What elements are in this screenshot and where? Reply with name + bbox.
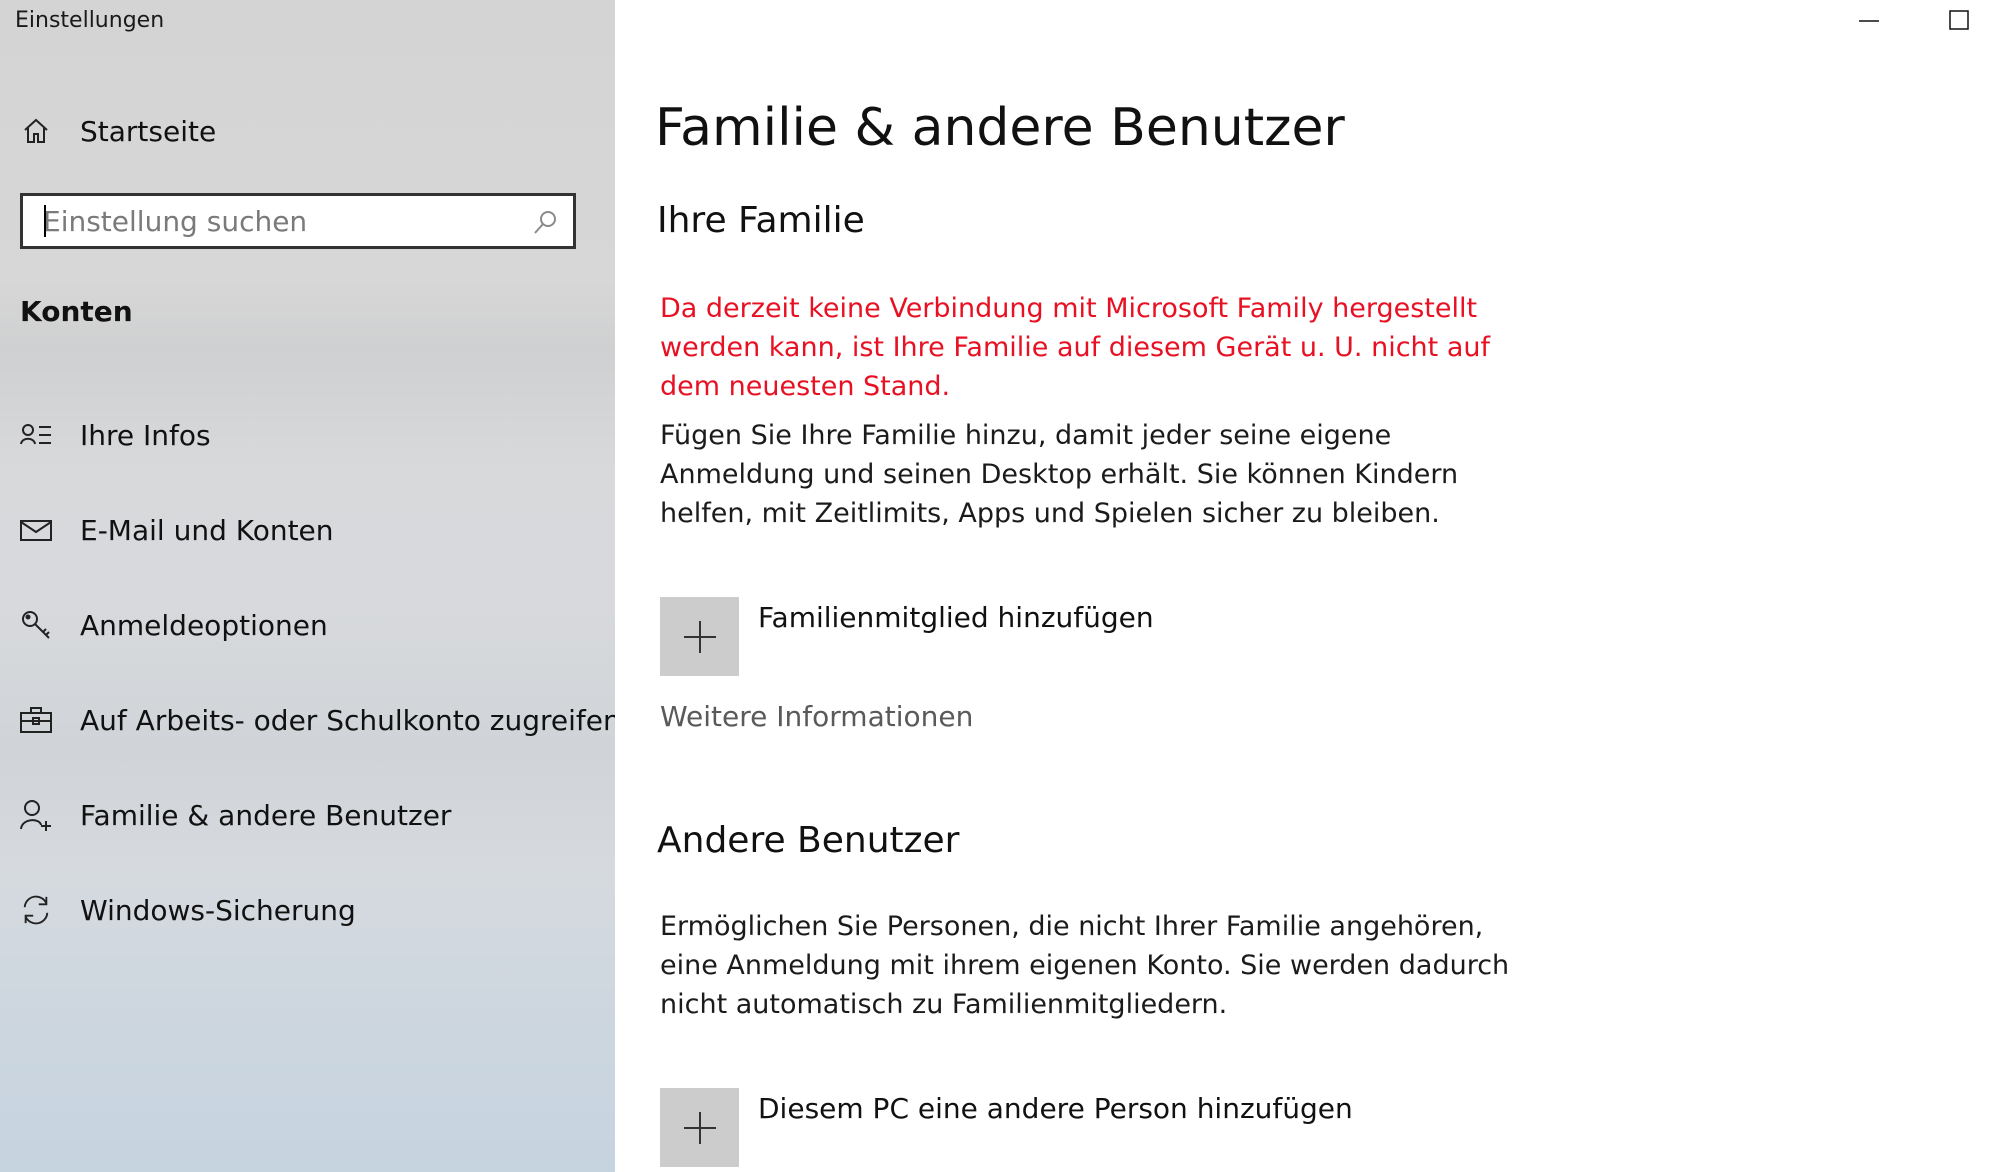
section-heading: Konten [20,295,133,328]
search-icon[interactable] [531,208,559,236]
plus-icon [684,621,716,653]
maximize-button[interactable] [1920,0,2000,44]
family-warning-text: Da derzeit keine Verbindung mit Microsof… [660,293,1490,402]
more-info-link[interactable]: Weitere Informationen [660,700,973,733]
plus-icon [684,1112,716,1144]
sidebar-item-label: Windows-Sicherung [80,893,356,927]
sidebar-item-windows-backup[interactable]: Windows-Sicherung [0,880,615,940]
minimize-button[interactable] [1829,0,1909,44]
sidebar-item-email-accounts[interactable]: E-Mail und Konten [0,500,615,560]
other-users-section-heading: Andere Benutzer [657,820,960,861]
add-other-person-label: Diesem PC eine andere Person hinzufügen [758,1092,1353,1125]
app-title: Einstellungen [15,8,165,33]
family-section-heading: Ihre Familie [657,200,865,241]
sidebar-item-label: Anmeldeoptionen [80,608,328,642]
add-family-member-button[interactable]: Familienmitglied hinzufügen [660,597,1560,677]
search-input-container [20,193,576,249]
maximize-icon [1949,10,1969,30]
sidebar-item-sign-in-options[interactable]: Anmeldeoptionen [0,595,615,655]
home-icon [20,115,52,147]
minimize-icon [1859,20,1879,22]
sidebar-item-label: E-Mail und Konten [80,513,334,547]
person-add-icon [20,799,52,831]
family-description: Fügen Sie Ihre Familie hinzu, damit jede… [660,420,1459,529]
sidebar-item-home[interactable]: Startseite [0,105,615,157]
person-list-icon [20,419,52,451]
add-tile [660,1088,739,1167]
add-other-person-button[interactable]: Diesem PC eine andere Person hinzufügen [660,1088,1560,1168]
sidebar-item-work-school[interactable]: Auf Arbeits- oder Schulkonto zugreifen [0,690,615,750]
sidebar-item-family-other-users[interactable]: Familie & andere Benutzer [0,785,615,845]
add-family-member-label: Familienmitglied hinzufügen [758,601,1154,634]
sync-icon [20,894,52,926]
search-input[interactable] [23,196,533,246]
other-users-description: Ermöglichen Sie Personen, die nicht Ihre… [660,911,1510,1020]
main-content: Familie & andere Benutzer Ihre Familie D… [615,0,2002,1172]
settings-window: Einstellungen Startseite Konten [0,0,2002,1172]
mail-icon [20,514,52,546]
sidebar: Einstellungen Startseite Konten [0,0,615,1172]
sidebar-item-label: Auf Arbeits- oder Schulkonto zugreifen [80,703,615,737]
sidebar-item-label: Ihre Infos [80,418,211,452]
add-tile [660,597,739,676]
key-icon [20,609,52,641]
page-title: Familie & andere Benutzer [655,98,1345,158]
sidebar-item-label: Familie & andere Benutzer [80,798,452,832]
sidebar-item-your-info[interactable]: Ihre Infos [0,405,615,465]
text-caret [44,205,46,237]
sidebar-item-label: Startseite [80,114,217,148]
briefcase-icon [20,704,52,736]
